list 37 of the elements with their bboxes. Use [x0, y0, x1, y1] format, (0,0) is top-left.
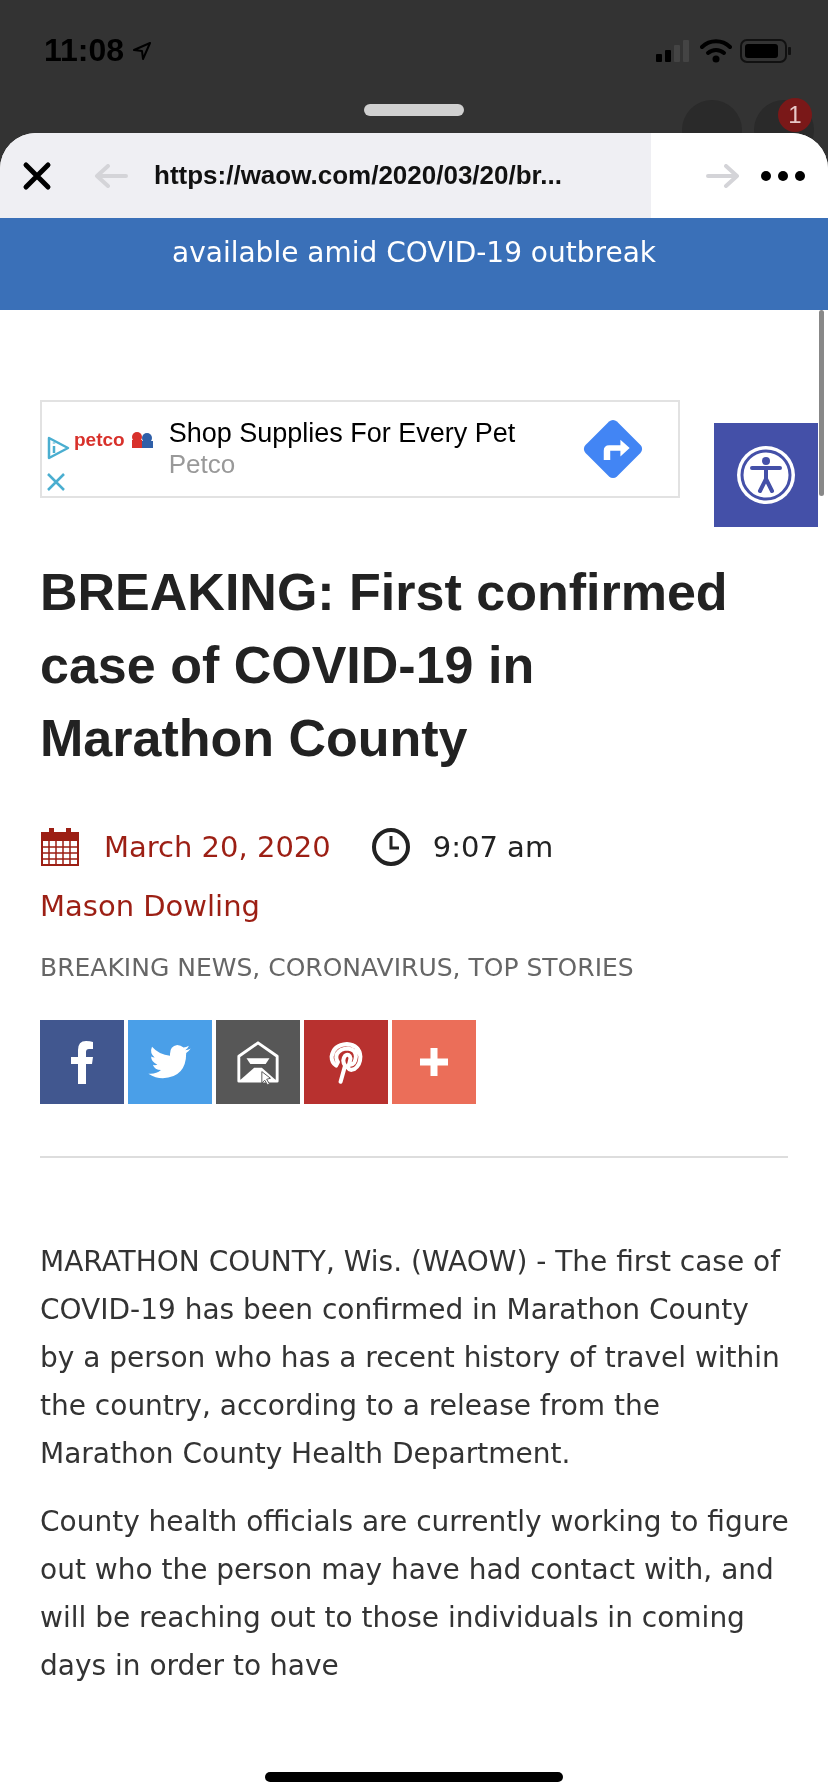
plus-icon: [418, 1046, 450, 1078]
article-paragraph: MARATHON COUNTY, Wis. (WAOW) - The first case of COVID-19 has been confirmed in Marathon County by a person who has a recent history of travel within the country, according to a release from the Marathon County Health Department.: [40, 1244, 782, 1472]
pinterest-share-button[interactable]: [304, 1020, 388, 1104]
battery-icon: [740, 38, 792, 63]
ad-advertiser: Petco: [168, 449, 237, 480]
location-arrow-icon: [132, 40, 153, 61]
url-text[interactable]: https://waow.com/2020/03/20/br...: [154, 160, 562, 191]
article-headline: BREAKING: First confirmed case of COVID-19 in Marathon County: [40, 562, 729, 769]
author-link[interactable]: Mason Dowling: [40, 889, 260, 923]
pin-icon: [328, 1040, 364, 1084]
banner-text: available amid COVID-19 outbreak: [172, 236, 656, 271]
more-share-button[interactable]: [392, 1020, 476, 1104]
facebook-share-button[interactable]: [40, 1020, 124, 1104]
envelope-icon: [235, 1039, 281, 1085]
more-icon[interactable]: [760, 169, 806, 182]
accessibility-icon: [734, 443, 798, 507]
bird-icon: [148, 1044, 192, 1080]
ad-banner[interactable]: petco Shop Supplies For Every Pet Petco: [40, 400, 680, 498]
notification-badge: 1: [778, 98, 812, 132]
email-share-button[interactable]: [216, 1020, 300, 1104]
facebook-icon: [70, 1040, 94, 1084]
close-button[interactable]: [22, 160, 52, 191]
ad-close-icon[interactable]: [46, 472, 66, 492]
clock-icon: [370, 827, 411, 867]
wifi-icon: [700, 38, 732, 63]
sheet-handle[interactable]: [364, 104, 464, 116]
brand-logo: petco: [74, 429, 125, 451]
ad-info-icon[interactable]: [46, 436, 70, 460]
article-date[interactable]: March 20, 2020: [104, 830, 331, 864]
category-links[interactable]: BREAKING NEWS, CORONAVIRUS, TOP STORIES: [40, 953, 634, 982]
article-time: 9:07 am: [432, 830, 554, 864]
close-icon: [22, 160, 52, 191]
accessibility-button[interactable]: [714, 423, 818, 527]
article-paragraph: County health officials are currently working to figure out who the person may have had contact with, and will be reaching out to those individuals in coming days in order to have: [40, 1504, 790, 1684]
signal-icon: [656, 39, 692, 62]
ad-title: Shop Supplies For Every Pet: [168, 418, 516, 449]
calendar-icon: [40, 827, 80, 867]
